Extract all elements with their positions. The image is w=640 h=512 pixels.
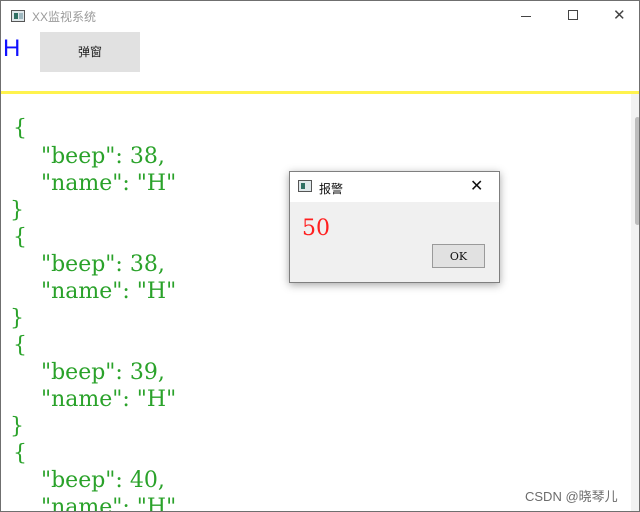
watermark-text: CSDN @晓琴儿 [525,489,618,504]
json-line: "name": "H" [13,171,177,196]
json-line: } [10,198,24,223]
json-line: "name": "H" [13,387,177,412]
json-line: { [13,225,27,250]
json-line: { [13,333,27,358]
alert-dialog: 报警 ✕ 50 OK [289,171,500,283]
json-line: "beep": 39, [13,360,165,385]
window-title: XX监视系统 [32,10,97,24]
ok-button[interactable]: OK [432,244,485,268]
scrollbar-thumb[interactable] [635,117,639,225]
maximize-button[interactable] [550,1,596,31]
json-line: "beep": 40, [13,468,165,493]
title-bar[interactable]: XX监视系统 ✕ [1,1,639,31]
json-line: { [13,441,27,466]
json-line: "name": "H" [13,495,177,512]
header-label: H [3,35,21,62]
dialog-app-icon [298,180,312,192]
dialog-title-bar[interactable]: 报警 ✕ [290,172,499,202]
dialog-title: 报警 [319,182,344,196]
json-line: } [10,306,24,331]
json-line: } [10,414,24,439]
dialog-close-icon[interactable]: ✕ [470,176,483,195]
minimize-icon [521,16,531,17]
json-line: { [13,116,27,141]
app-icon [11,10,25,22]
json-line: "name": "H" [13,279,177,304]
maximize-icon [568,10,578,20]
json-text-area[interactable]: { "beep": 38, "name": "H" } { "beep": 38… [1,94,639,512]
popup-button[interactable]: 弹窗 [40,32,140,72]
dialog-message: 50 [302,216,330,241]
minimize-button[interactable] [503,1,549,31]
json-line: "beep": 38, [13,144,165,169]
close-icon: ✕ [613,6,626,24]
close-button[interactable]: ✕ [596,1,639,31]
json-line: "beep": 38, [13,252,165,277]
